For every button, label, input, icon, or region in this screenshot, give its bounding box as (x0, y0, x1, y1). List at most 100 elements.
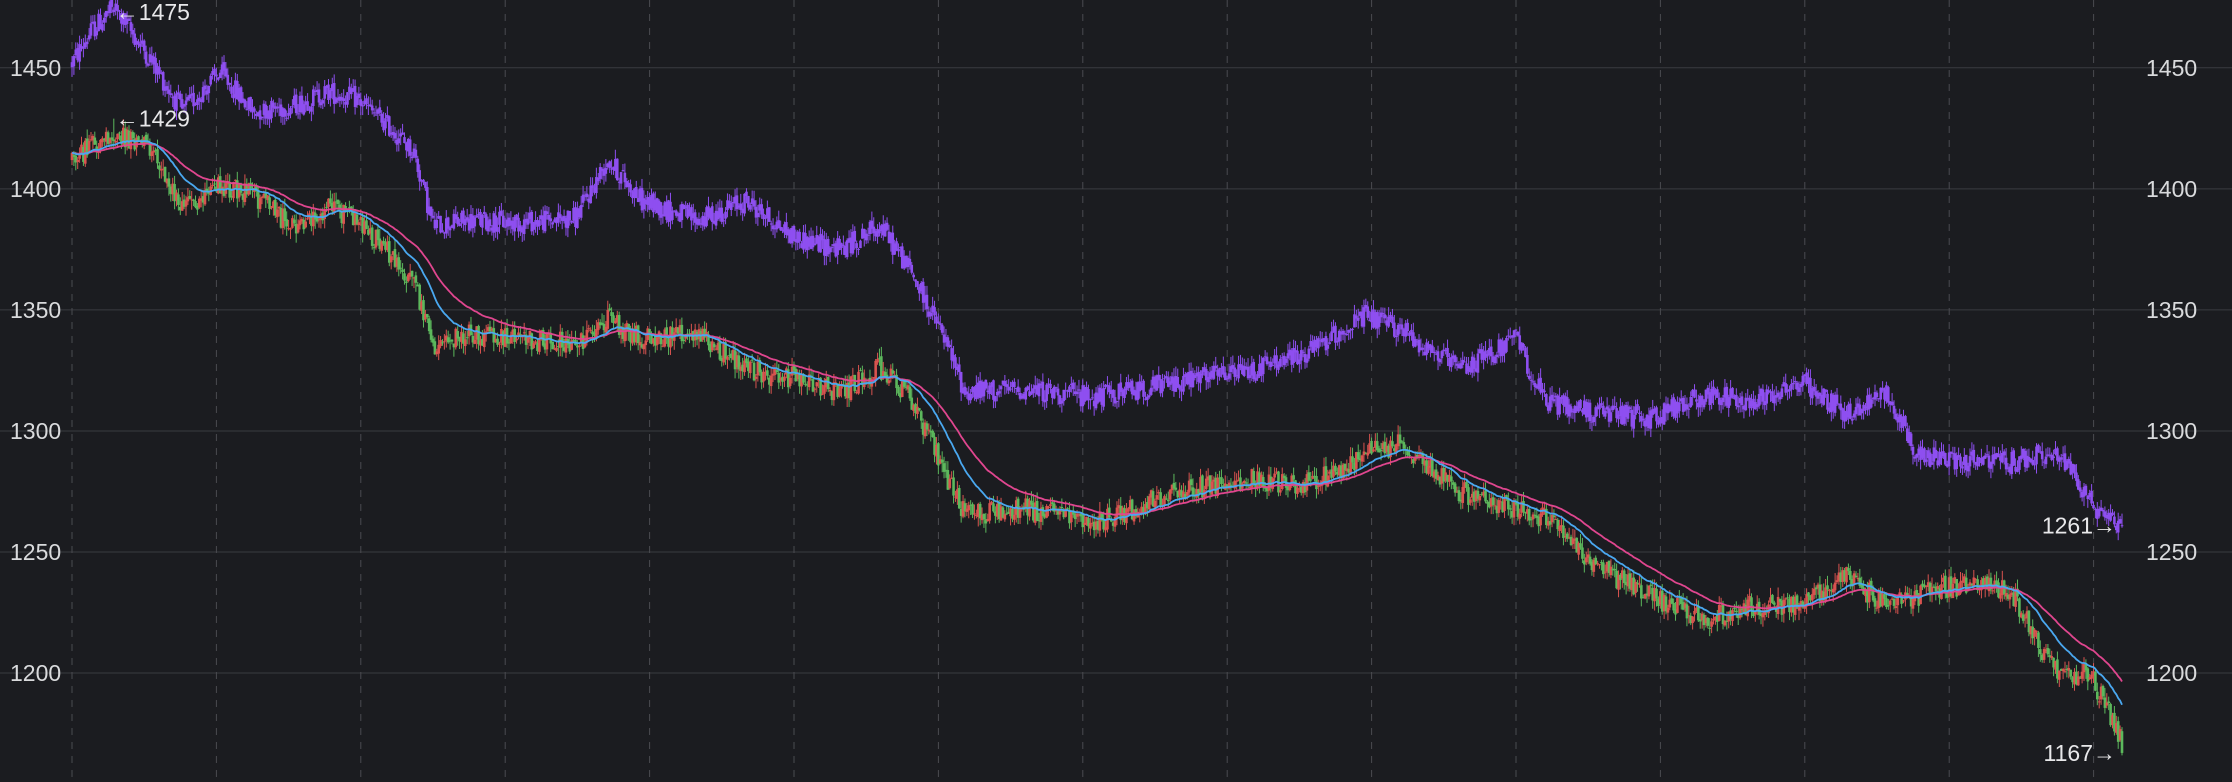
lower-candle-body (1066, 508, 1069, 510)
upper-candle-body (215, 74, 218, 77)
lower-candle-body (403, 273, 406, 281)
upper-candle-body (289, 108, 292, 115)
upper-candle-body (845, 240, 849, 258)
lower-candle-body (1379, 449, 1383, 452)
y-tick-left-1450: 1450 (10, 55, 61, 81)
lower-candle-body (357, 222, 361, 226)
upper-candle-body (1972, 449, 1976, 463)
lower-candle-body (2033, 629, 2036, 637)
upper-candle-body (230, 86, 233, 94)
lower-candle-body (1522, 501, 1525, 512)
upper-candle-body (203, 85, 207, 90)
upper-candle-body (710, 206, 714, 222)
upper-candle-body (748, 205, 752, 210)
upper-candle-body (1381, 313, 1385, 315)
lower-candle-body (957, 488, 961, 509)
lower-candle-body (1833, 582, 1837, 591)
lower-candle-body (1609, 566, 1613, 576)
upper-candle-body (1013, 381, 1016, 388)
lower-candle-body (589, 329, 592, 331)
upper-candle-body (1736, 405, 1740, 408)
lower-candle-body (1408, 454, 1411, 456)
upper-candle-body (482, 211, 486, 215)
upper-candle-body (1947, 452, 1951, 467)
upper-candle-body (954, 357, 957, 368)
upper-candle-body (1545, 394, 1548, 406)
lower-candle-body (1508, 508, 1512, 510)
upper-candle-body (828, 247, 832, 253)
lower-candle-body (437, 344, 440, 354)
upper-candle-body (604, 167, 608, 174)
upper-candle-body (2120, 525, 2124, 527)
upper-candle-body (408, 139, 412, 156)
upper-candle-body (866, 234, 870, 236)
upper-candle-body (302, 104, 306, 115)
upper-candle-body (1252, 361, 1256, 379)
lower-candle-body (1189, 479, 1193, 486)
lower-candle-body (76, 159, 79, 163)
lower-candle-body (1047, 506, 1050, 508)
upper-candle-body (1790, 383, 1793, 390)
lower-candle-body (1512, 501, 1516, 518)
upper-candle-body (1824, 389, 1827, 393)
upper-candle-body (1493, 356, 1497, 364)
upper-candle-body (720, 207, 724, 222)
upper-candle-body (1265, 356, 1269, 365)
upper-candle-body (1687, 408, 1691, 410)
upper-candle-body (752, 200, 756, 207)
upper-candle-body (1049, 383, 1052, 389)
upper-candle-body (857, 248, 860, 250)
lower-candle-body (1252, 470, 1256, 484)
lower-candle-body (1552, 515, 1556, 518)
upper-candle-body (1522, 344, 1525, 348)
lower-candle-body (2120, 731, 2124, 753)
upper-candle-body (481, 214, 484, 228)
upper-candle-body (142, 40, 146, 51)
upper-candle-body (1904, 415, 1907, 427)
lower-candle-body (1165, 498, 1168, 500)
upper-candle-body (158, 67, 161, 74)
lower-candle-body (2063, 671, 2067, 673)
lower-candle-body (1465, 482, 1468, 488)
upper-candle-body (1592, 416, 1596, 423)
lower-candle-body (838, 388, 841, 397)
lower-candle-body (1229, 484, 1233, 486)
lower-candle-body (815, 382, 819, 387)
lower-candle-body (397, 257, 401, 270)
lower-candle-body (1457, 490, 1461, 502)
lower-candle-body (992, 503, 995, 512)
upper-candle-body (2090, 490, 2093, 504)
lower-candle-body (1292, 475, 1295, 480)
annotation-max-upper: ←1475 (116, 0, 190, 25)
lower-candle-body (1334, 465, 1337, 472)
lower-candle-body (1693, 610, 1696, 615)
upper-candle-body (1613, 406, 1617, 408)
upper-candle-body (994, 396, 997, 402)
lower-candle-body (304, 221, 307, 228)
upper-candle-body (1163, 378, 1166, 380)
upper-candle-body (1892, 405, 1896, 414)
upper-candle-body (1446, 347, 1449, 358)
lower-candle-body (853, 374, 857, 392)
lower-candle-body (1598, 564, 1601, 566)
upper-candle-body (859, 240, 862, 249)
lower-candle-body (1596, 563, 1599, 565)
lower-candle-body (712, 343, 716, 348)
upper-candle-body (938, 323, 942, 325)
lower-candle-body (2101, 686, 2105, 697)
upper-candle-body (589, 185, 592, 204)
upper-candle-body (1516, 331, 1520, 336)
upper-candle-body (1890, 401, 1894, 406)
upper-candle-body (403, 137, 406, 144)
upper-candle-body (144, 51, 148, 64)
y-tick-right-1300: 1300 (2146, 418, 2197, 444)
lower-candle-body (258, 198, 262, 209)
upper-candle-body (169, 93, 173, 95)
upper-candle-body (441, 230, 444, 233)
lower-candle-body (682, 339, 686, 341)
lower-candle-body (376, 229, 380, 241)
upper-candle-body (1041, 381, 1045, 402)
lower-candle-body (399, 267, 402, 269)
upper-candle-body (1934, 449, 1938, 459)
upper-candle-body (1558, 397, 1561, 415)
